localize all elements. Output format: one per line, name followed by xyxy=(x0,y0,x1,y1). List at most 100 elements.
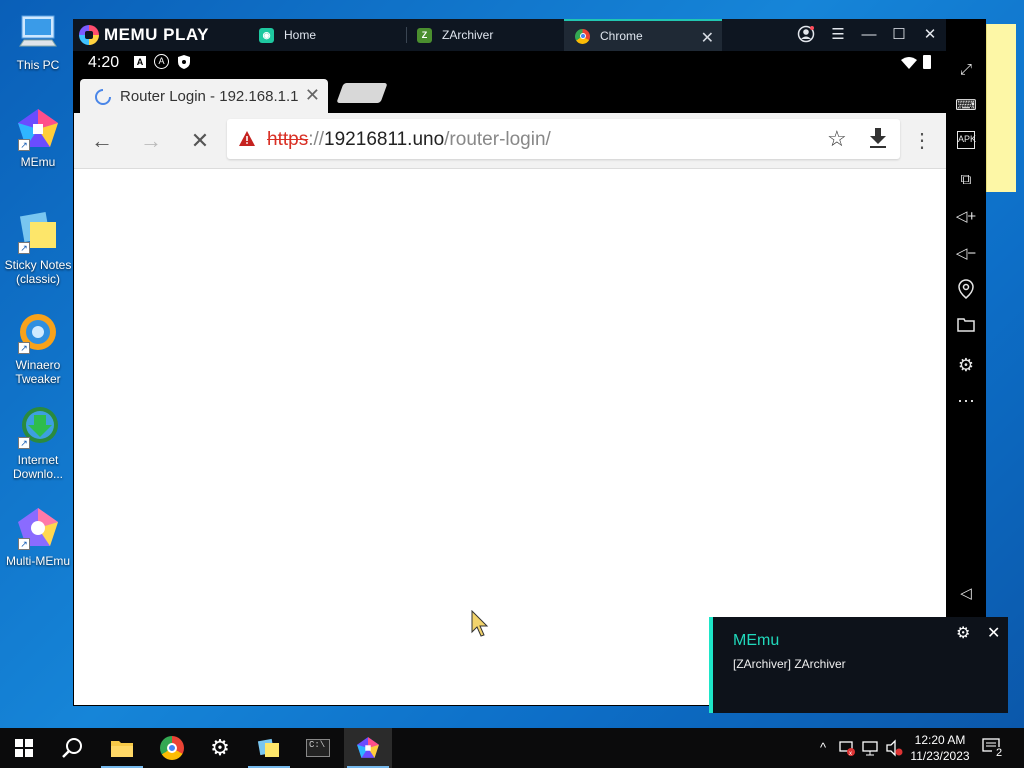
desktop-icon-label: Winaero Tweaker xyxy=(15,358,61,386)
memu-icon xyxy=(357,737,379,758)
menu-icon[interactable]: ☰ xyxy=(827,25,849,45)
volume-down-icon[interactable]: ◁− xyxy=(954,242,978,266)
chevron-up-icon[interactable]: ^ xyxy=(814,740,832,768)
taskbar-chrome[interactable] xyxy=(148,728,196,768)
notification-close-icon[interactable]: ✕ xyxy=(987,623,1000,643)
tab-label: Chrome xyxy=(600,29,643,43)
taskbar-sticky-notes[interactable] xyxy=(245,728,293,768)
url-text[interactable]: https://19216811.uno/router-login/ xyxy=(267,129,551,151)
stop-loading-icon[interactable]: ✕ xyxy=(186,127,214,155)
autorotate-icon: A xyxy=(154,54,169,69)
sticky-note-window[interactable] xyxy=(986,24,1016,192)
memu-titlebar[interactable]: MEMU PLAY ◉ Home Z ZArchiver Chrome ✕ ☰ … xyxy=(73,19,986,51)
windows-logo-icon xyxy=(15,739,33,757)
warning-icon xyxy=(239,131,255,151)
forward-arrow-icon[interactable]: → xyxy=(137,127,165,155)
terminal-icon: C:\ xyxy=(306,739,330,757)
fullscreen-icon[interactable]: ⤢ xyxy=(954,58,978,82)
mouse-cursor-icon xyxy=(471,609,491,643)
memu-logo-icon xyxy=(79,25,99,45)
keyboard-icon[interactable]: ⌨ xyxy=(954,94,978,118)
wifi-icon xyxy=(901,56,917,73)
desktop-icon-label: Sticky Notes (classic) xyxy=(4,258,72,286)
tab-label: Home xyxy=(284,28,317,42)
notification-toast[interactable]: MEmu [ZArchiver] ZArchiver ⚙ ✕ xyxy=(709,617,1008,713)
account-icon[interactable] xyxy=(795,25,817,45)
zarchiver-icon: Z xyxy=(417,27,432,43)
memu-sidebar: ⤢ ⌨ APK ⧉ ◁+ ◁− ⚙ ⋯ ◁ xyxy=(946,19,986,706)
desktop-icon-sticky-notes[interactable]: ↗ Sticky Notes (classic) xyxy=(2,210,74,286)
action-center-button[interactable]: 2 xyxy=(982,738,1008,768)
memu-icon: ↗ xyxy=(16,107,60,151)
desktop-icon-label: This PC xyxy=(16,58,60,72)
desktop-icon-multi-memu[interactable]: ↗ Multi-MEmu xyxy=(2,506,74,568)
clock-time: 12:20 AM xyxy=(914,733,966,747)
a-icon: A xyxy=(134,56,146,68)
start-button[interactable] xyxy=(0,728,48,768)
back-icon[interactable]: ◁ xyxy=(954,582,978,606)
desktop-icon-label: MEmu xyxy=(20,155,56,169)
chrome-tab-strip: Router Login - 192.168.1.1 ✕ xyxy=(74,75,946,115)
new-tab-button[interactable] xyxy=(336,83,388,103)
svg-text:x: x xyxy=(849,751,852,757)
bookmark-star-icon[interactable]: ☆ xyxy=(827,126,847,152)
tab-chrome[interactable]: Chrome ✕ xyxy=(564,19,722,51)
volume-muted-icon[interactable] xyxy=(885,739,903,768)
apk-icon[interactable]: APK xyxy=(957,131,976,149)
tab-close-icon[interactable]: ✕ xyxy=(701,28,714,48)
desktop-icon-label: Internet Downlo... xyxy=(12,453,64,481)
chrome-toolbar: ← → ✕ https://19216811.uno/router-login/… xyxy=(74,113,946,169)
tab-home[interactable]: ◉ Home xyxy=(259,19,406,51)
settings-icon[interactable]: ⚙ xyxy=(954,353,978,377)
battery-icon xyxy=(923,55,931,69)
desktop-icon-memu[interactable]: ↗ MEmu xyxy=(2,107,74,169)
desktop-icon-idm[interactable]: ↗ Internet Downlo... xyxy=(2,405,74,481)
folder-icon[interactable] xyxy=(954,316,978,340)
taskbar-file-explorer[interactable] xyxy=(98,728,146,768)
memu-logo-text: MEMU PLAY xyxy=(104,25,209,44)
notification-body: [ZArchiver] ZArchiver xyxy=(733,657,846,671)
desktop-icon-this-pc[interactable]: This PC xyxy=(2,10,74,72)
taskbar-settings[interactable]: ⚙ xyxy=(196,728,244,768)
back-arrow-icon[interactable]: ← xyxy=(88,127,116,155)
chrome-icon xyxy=(575,28,590,44)
maximize-icon[interactable]: ☐ xyxy=(888,25,910,45)
location-icon[interactable] xyxy=(954,279,978,303)
more-icon[interactable]: ⋯ xyxy=(954,389,978,413)
network-error-icon[interactable]: x xyxy=(838,739,856,768)
close-icon[interactable]: ✕ xyxy=(919,25,941,45)
sticky-notes-icon: ↗ xyxy=(16,210,60,254)
desktop-icon-winaero[interactable]: ↗ Winaero Tweaker xyxy=(2,310,74,386)
minimize-icon[interactable]: — xyxy=(858,25,880,45)
url-path: /router-login/ xyxy=(444,129,551,150)
url-host: 19216811.uno xyxy=(324,129,445,150)
url-scheme: https xyxy=(267,129,309,150)
idm-icon: ↗ xyxy=(16,405,60,449)
monitor-icon[interactable] xyxy=(862,739,880,768)
search-button[interactable] xyxy=(48,728,96,768)
chrome-menu-icon[interactable]: ⋮ xyxy=(908,127,936,155)
volume-up-icon[interactable]: ◁+ xyxy=(954,205,978,229)
memu-logo: MEMU PLAY xyxy=(79,25,209,45)
download-icon[interactable] xyxy=(869,128,887,153)
clock[interactable]: 12:20 AM 11/23/2023 xyxy=(904,732,976,768)
tab-zarchiver[interactable]: Z ZArchiver xyxy=(417,19,563,51)
tab-label: ZArchiver xyxy=(442,28,494,42)
search-icon xyxy=(62,738,82,758)
taskbar-cmd[interactable]: C:\ xyxy=(294,728,342,768)
computer-icon xyxy=(16,10,60,54)
url-separator: :// xyxy=(308,129,325,150)
taskbar-memu[interactable] xyxy=(344,728,392,768)
chrome-icon xyxy=(160,736,184,760)
chrome-tab-close-icon[interactable]: ✕ xyxy=(305,85,320,106)
winaero-icon: ↗ xyxy=(16,310,60,354)
sticky-notes-icon xyxy=(257,738,279,757)
shield-icon xyxy=(178,55,190,73)
multi-window-icon[interactable]: ⧉ xyxy=(954,168,978,192)
url-bar[interactable]: https://19216811.uno/router-login/ ☆ xyxy=(227,119,900,159)
notification-title: MEmu xyxy=(733,632,780,649)
chrome-tab-router-login[interactable]: Router Login - 192.168.1.1 ✕ xyxy=(80,79,328,115)
memu-window: MEMU PLAY ◉ Home Z ZArchiver Chrome ✕ ☰ … xyxy=(73,19,986,706)
notification-settings-icon[interactable]: ⚙ xyxy=(956,623,970,643)
loading-spinner-icon xyxy=(94,88,112,111)
